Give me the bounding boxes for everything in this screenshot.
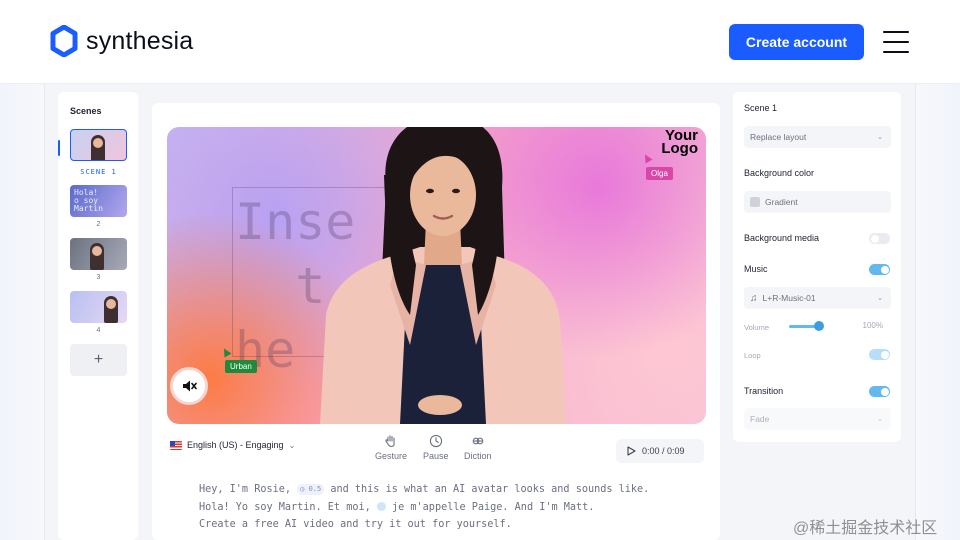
script-line-2b: je m'appelle Paige. And I'm Matt. [385,501,595,513]
gesture-button[interactable]: Gesture [375,434,407,461]
speaker-muted-icon [183,380,197,392]
replace-layout-select[interactable]: Replace layout ⌄ [744,126,891,148]
synthesia-logo-icon [50,25,78,57]
scenes-panel: Scenes SCENE 1 Hola! o soy Martin 2 3 4 … [58,92,138,540]
chevron-down-icon: ⌄ [288,440,296,450]
transition-value: Fade [750,414,770,424]
gesture-label: Gesture [375,451,408,461]
color-swatch-icon [750,197,760,207]
scenes-title: Scenes [70,106,102,116]
voice-language-label: English (US) - Engaging [187,440,284,450]
scene-label-3: 3 [96,274,101,281]
loop-label: Loop [744,351,761,360]
script-line-2a: Hola! Yo soy Martin. Et moi, [199,501,377,513]
scene-thumbnail-2[interactable]: Hola! o soy Martin [70,185,127,217]
ai-avatar-presenter [320,127,566,424]
script-line-3: Create a free AI video and try it out fo… [199,519,512,530]
scene-thumbnail-1[interactable] [70,129,127,161]
add-scene-button[interactable]: + [70,344,127,376]
diction-icon [472,437,484,445]
volume-slider-handle[interactable] [814,321,824,331]
music-track-value: L+R-Music-01 [762,293,816,303]
script-editor[interactable]: Hey, I'm Rosie, ◷ 0.5 and this is what a… [199,481,649,534]
logo-placeholder[interactable]: Your Logo [661,128,698,157]
create-account-button[interactable]: Create account [729,24,864,60]
pause-label: Pause [423,451,449,461]
script-line-1b: and this is what an AI avatar looks and … [324,484,650,495]
transition-select[interactable]: Fade ⌄ [744,408,891,430]
transition-label: Transition [744,386,784,396]
preview-player[interactable]: 0:00 / 0:09 [616,439,704,463]
diction-button[interactable]: Diction [464,434,492,461]
music-toggle[interactable] [869,264,890,275]
loop-toggle[interactable] [869,349,890,360]
scene-label-4: 4 [96,327,101,334]
collaborator-cursor-olga-icon [641,152,653,164]
watermark: @稀土掘金技术社区 [793,520,938,537]
playback-time: 0:00 / 0:09 [642,446,685,456]
play-icon [627,446,636,456]
background-color-select[interactable]: Gradient [744,191,891,213]
mute-button[interactable] [170,367,208,405]
scene-thumbnail-3[interactable] [70,238,127,270]
video-canvas[interactable]: Inse t he Your Logo Olga Urban [167,127,706,424]
active-scene-marker [58,140,60,156]
collaborator-tag-urban: Urban [225,360,257,373]
replace-layout-label: Replace layout [750,132,807,142]
collaborator-tag-olga: Olga [646,167,673,180]
background-color-label: Background color [744,168,815,178]
scene-thumbnail-4[interactable] [70,291,127,323]
pause-badge-value: 0.5 [308,485,322,493]
script-line-1a: Hey, I'm Rosie, [199,484,298,495]
hand-gesture-icon [385,435,395,448]
volume-value: 100% [862,321,883,330]
us-flag-icon [170,440,182,450]
chevron-down-icon: ⌄ [877,134,883,141]
diction-marker-icon[interactable] [376,501,386,511]
scene-label-2: 2 [96,221,101,228]
transition-toggle[interactable] [869,386,890,397]
chevron-down-icon: ⌄ [877,416,883,423]
voice-language-select[interactable]: English (US) - Engaging ⌄ [170,440,295,450]
pause-button[interactable]: Pause [423,434,449,461]
collaborator-cursor-urban-icon [220,346,232,358]
music-label: Music [744,264,768,274]
background-media-label: Background media [744,233,820,243]
volume-label: Volume [744,323,770,332]
pause-badge[interactable]: ◷ 0.5 [297,484,325,495]
logo-placeholder-line-2: Logo [661,140,698,157]
chevron-down-icon: ⌄ [877,295,883,302]
diction-label: Diction [464,451,492,461]
scene-label-1: SCENE 1 [80,168,117,176]
scene-properties-title: Scene 1 [744,103,778,113]
music-note-icon: ♫ [750,292,758,304]
site-header: synthesia Create account [0,0,960,84]
background-color-value: Gradient [765,197,798,207]
music-track-select[interactable]: ♫ L+R-Music-01 ⌄ [744,287,891,309]
scene-thumbnail-text: Hola! o soy Martin [74,188,103,213]
clock-icon [429,434,442,448]
background-media-toggle[interactable] [869,233,890,244]
brand-logo[interactable]: synthesia [48,25,193,57]
properties-panel: Scene 1 Replace layout ⌄ Background colo… [733,92,901,442]
brand-name: synthesia [86,26,194,55]
menu-icon[interactable] [883,31,909,53]
